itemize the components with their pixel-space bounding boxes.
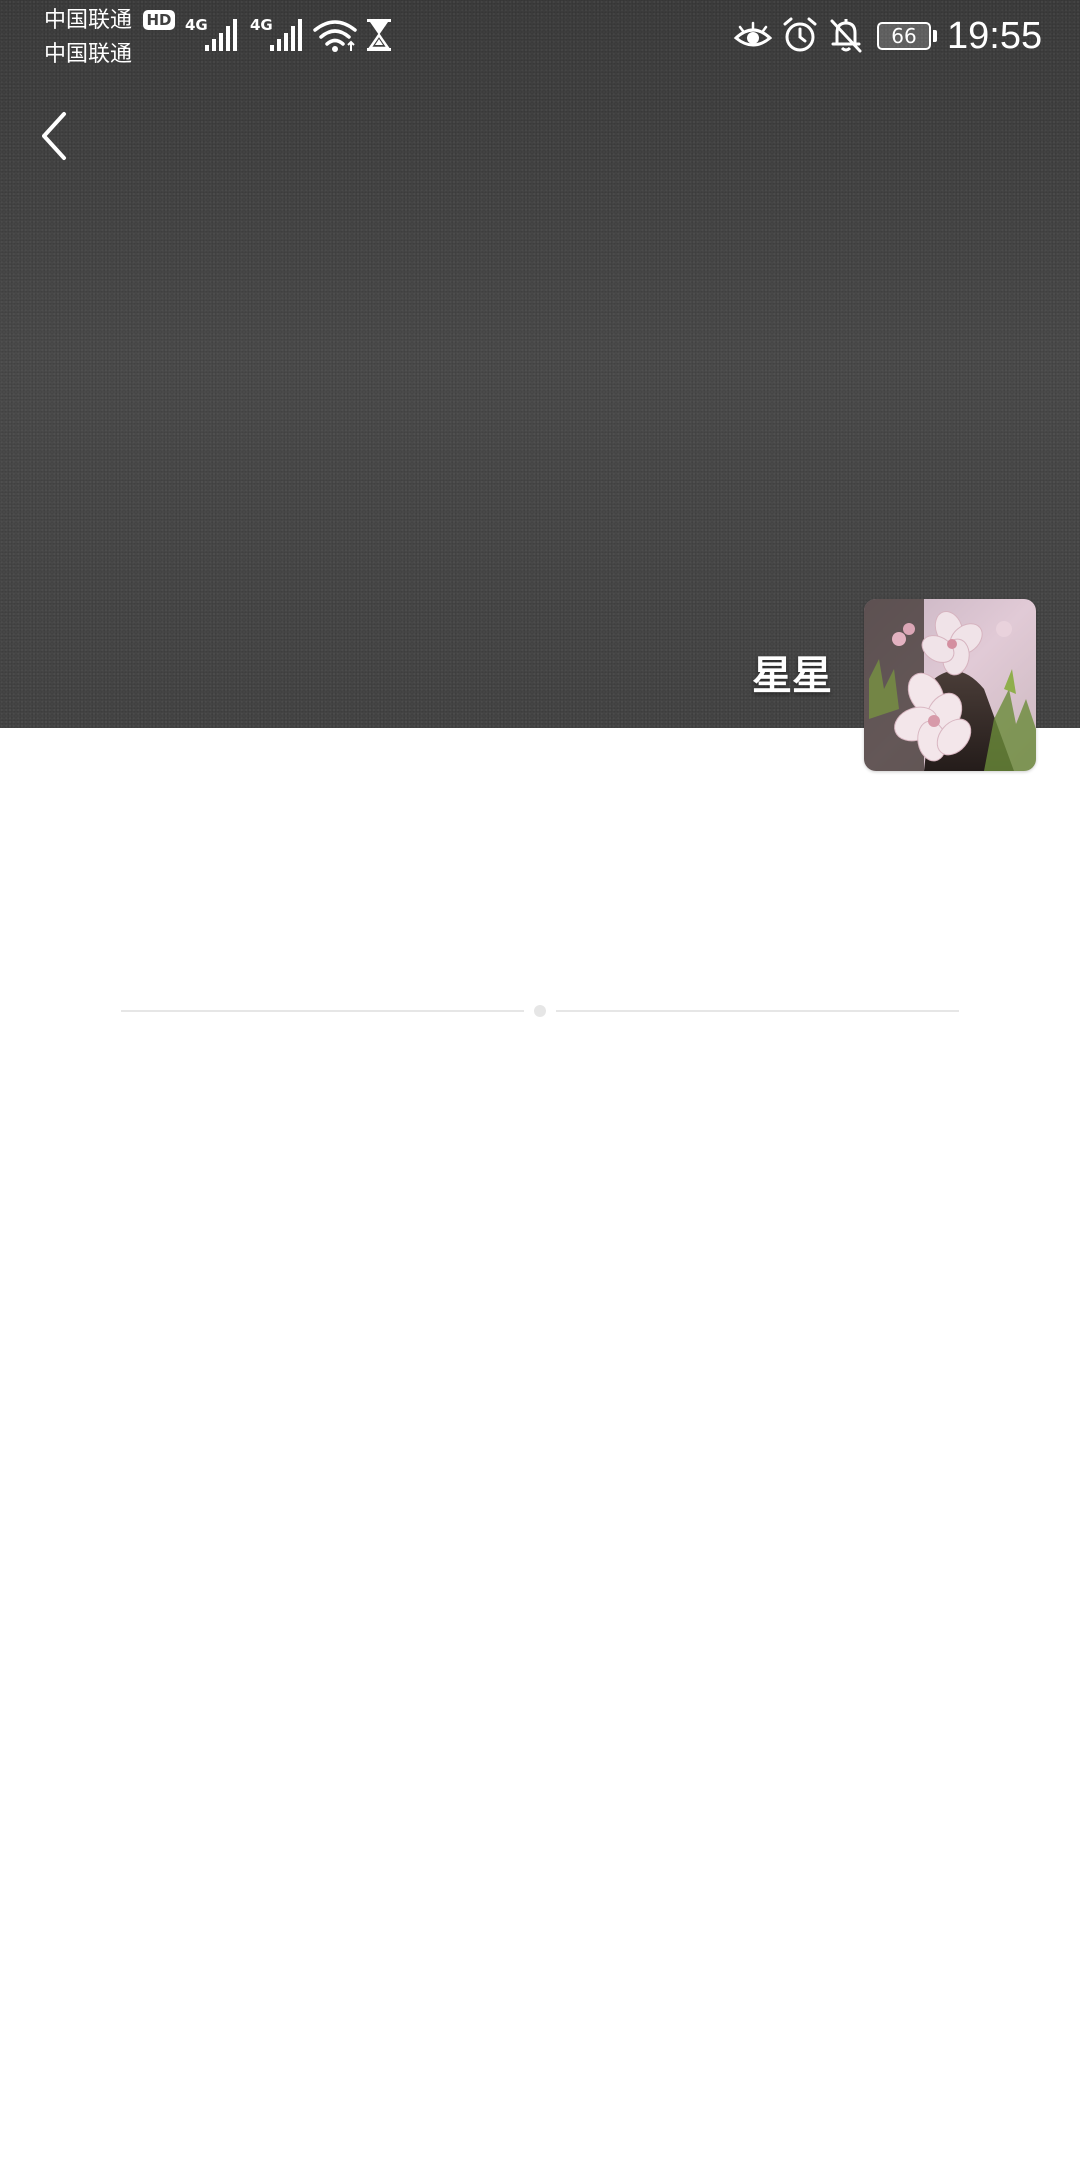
clock: 19:55 (947, 15, 1043, 57)
chevron-left-icon (42, 112, 66, 160)
battery-cap (933, 30, 937, 42)
signal-icon (270, 19, 302, 51)
profile-name[interactable]: 星星 (640, 650, 832, 702)
divider-line (556, 1010, 959, 1012)
divider-dot (534, 1005, 546, 1017)
bell-off-icon (830, 19, 862, 53)
status-bar: 中国联通 HD 中国联通 4G 4G 66 19:55 (0, 0, 1080, 76)
carrier-name-1: 中国联通 (44, 8, 133, 33)
avatar[interactable] (864, 599, 1036, 771)
divider-line (121, 1010, 524, 1012)
battery-level: 66 (891, 24, 917, 48)
back-button[interactable] (30, 106, 78, 166)
carrier-name-2: 中国联通 (44, 42, 133, 67)
hd-badge: HD (143, 10, 175, 30)
eye-icon (734, 21, 772, 47)
hourglass-icon (367, 19, 391, 51)
cherry-blossom-photo (864, 599, 1036, 771)
wifi-icon (313, 20, 357, 52)
profile-screen: 中国联通 HD 中国联通 4G 4G 66 19:55 星星 (0, 0, 1080, 2160)
signal-icon (205, 19, 237, 51)
alarm-icon (783, 17, 817, 52)
content-divider (121, 1000, 959, 1022)
